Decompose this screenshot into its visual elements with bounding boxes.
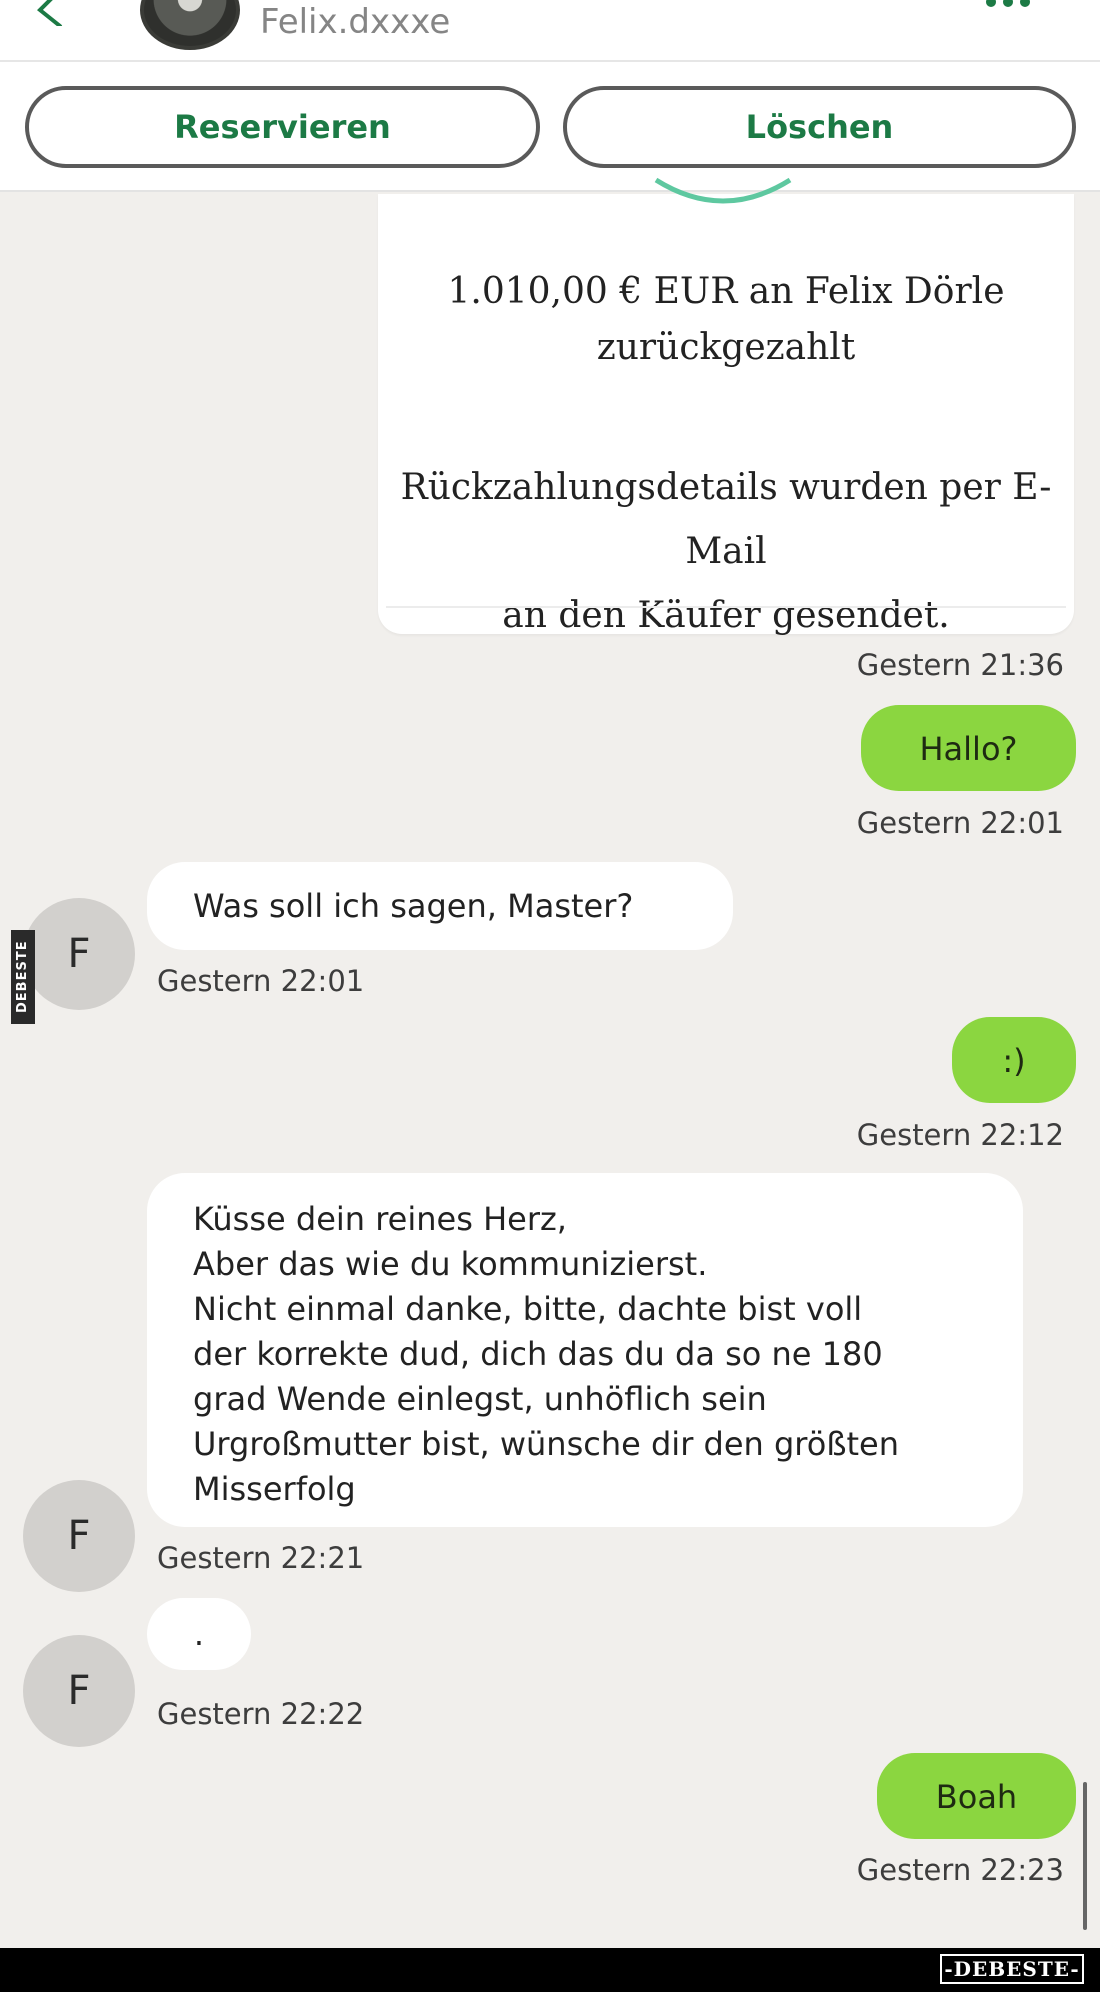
- action-bar: Reservieren Löschen: [0, 60, 1100, 192]
- more-dots-icon[interactable]: [985, 0, 1031, 12]
- message-timestamp: Gestern 22:12: [856, 1118, 1064, 1152]
- scrollbar[interactable]: [1083, 1782, 1087, 1930]
- avatar[interactable]: [140, 0, 240, 50]
- refund-amount-text: 1.010,00 € EUR an Felix Dörle zurückgeza…: [447, 271, 1005, 368]
- chat-header: Felix.dxxxe: [0, 0, 1100, 60]
- message-timestamp: Gestern 22:01: [157, 964, 365, 998]
- chat-partner-name[interactable]: Felix.dxxxe: [260, 2, 450, 42]
- message-timestamp: Gestern 21:36: [856, 648, 1064, 682]
- message-timestamp: Gestern 22:01: [856, 806, 1064, 840]
- message-timestamp: Gestern 22:22: [157, 1697, 365, 1731]
- refund-card: 1.010,00 € EUR an Felix Dörle zurückgeza…: [378, 177, 1074, 636]
- divider: [386, 606, 1066, 608]
- sender-avatar[interactable]: F: [23, 898, 135, 1010]
- message-bubble-incoming[interactable]: Küsse dein reines Herz, Aber das wie du …: [147, 1173, 1023, 1527]
- delete-button[interactable]: Löschen: [563, 86, 1076, 168]
- sender-avatar[interactable]: F: [23, 1635, 135, 1747]
- reserve-button[interactable]: Reservieren: [25, 86, 540, 168]
- chat-screen: Felix.dxxxe Reservieren Löschen 1.010,00…: [0, 0, 1100, 1948]
- watermark-side: DEBESTE: [11, 930, 35, 1024]
- watermark-bottom: -DEBESTE-: [940, 1954, 1084, 1984]
- message-timestamp: Gestern 22:23: [856, 1853, 1064, 1887]
- message-bubble-outgoing[interactable]: Boah: [877, 1753, 1076, 1839]
- chevron-left-icon[interactable]: [26, 0, 66, 26]
- message-bubble-outgoing[interactable]: Hallo?: [861, 705, 1076, 791]
- message-bubble-outgoing[interactable]: :): [952, 1017, 1076, 1103]
- message-bubble-incoming[interactable]: Was soll ich sagen, Master?: [147, 862, 733, 950]
- message-bubble-incoming[interactable]: .: [147, 1598, 251, 1670]
- sender-avatar[interactable]: F: [23, 1480, 135, 1592]
- bottom-bar: [0, 1948, 1100, 1992]
- refund-status-icon: [654, 177, 792, 204]
- refund-details-text: Rückzahlungsdetails wurden per E-Mail an…: [400, 467, 1052, 636]
- message-timestamp: Gestern 22:21: [157, 1541, 365, 1575]
